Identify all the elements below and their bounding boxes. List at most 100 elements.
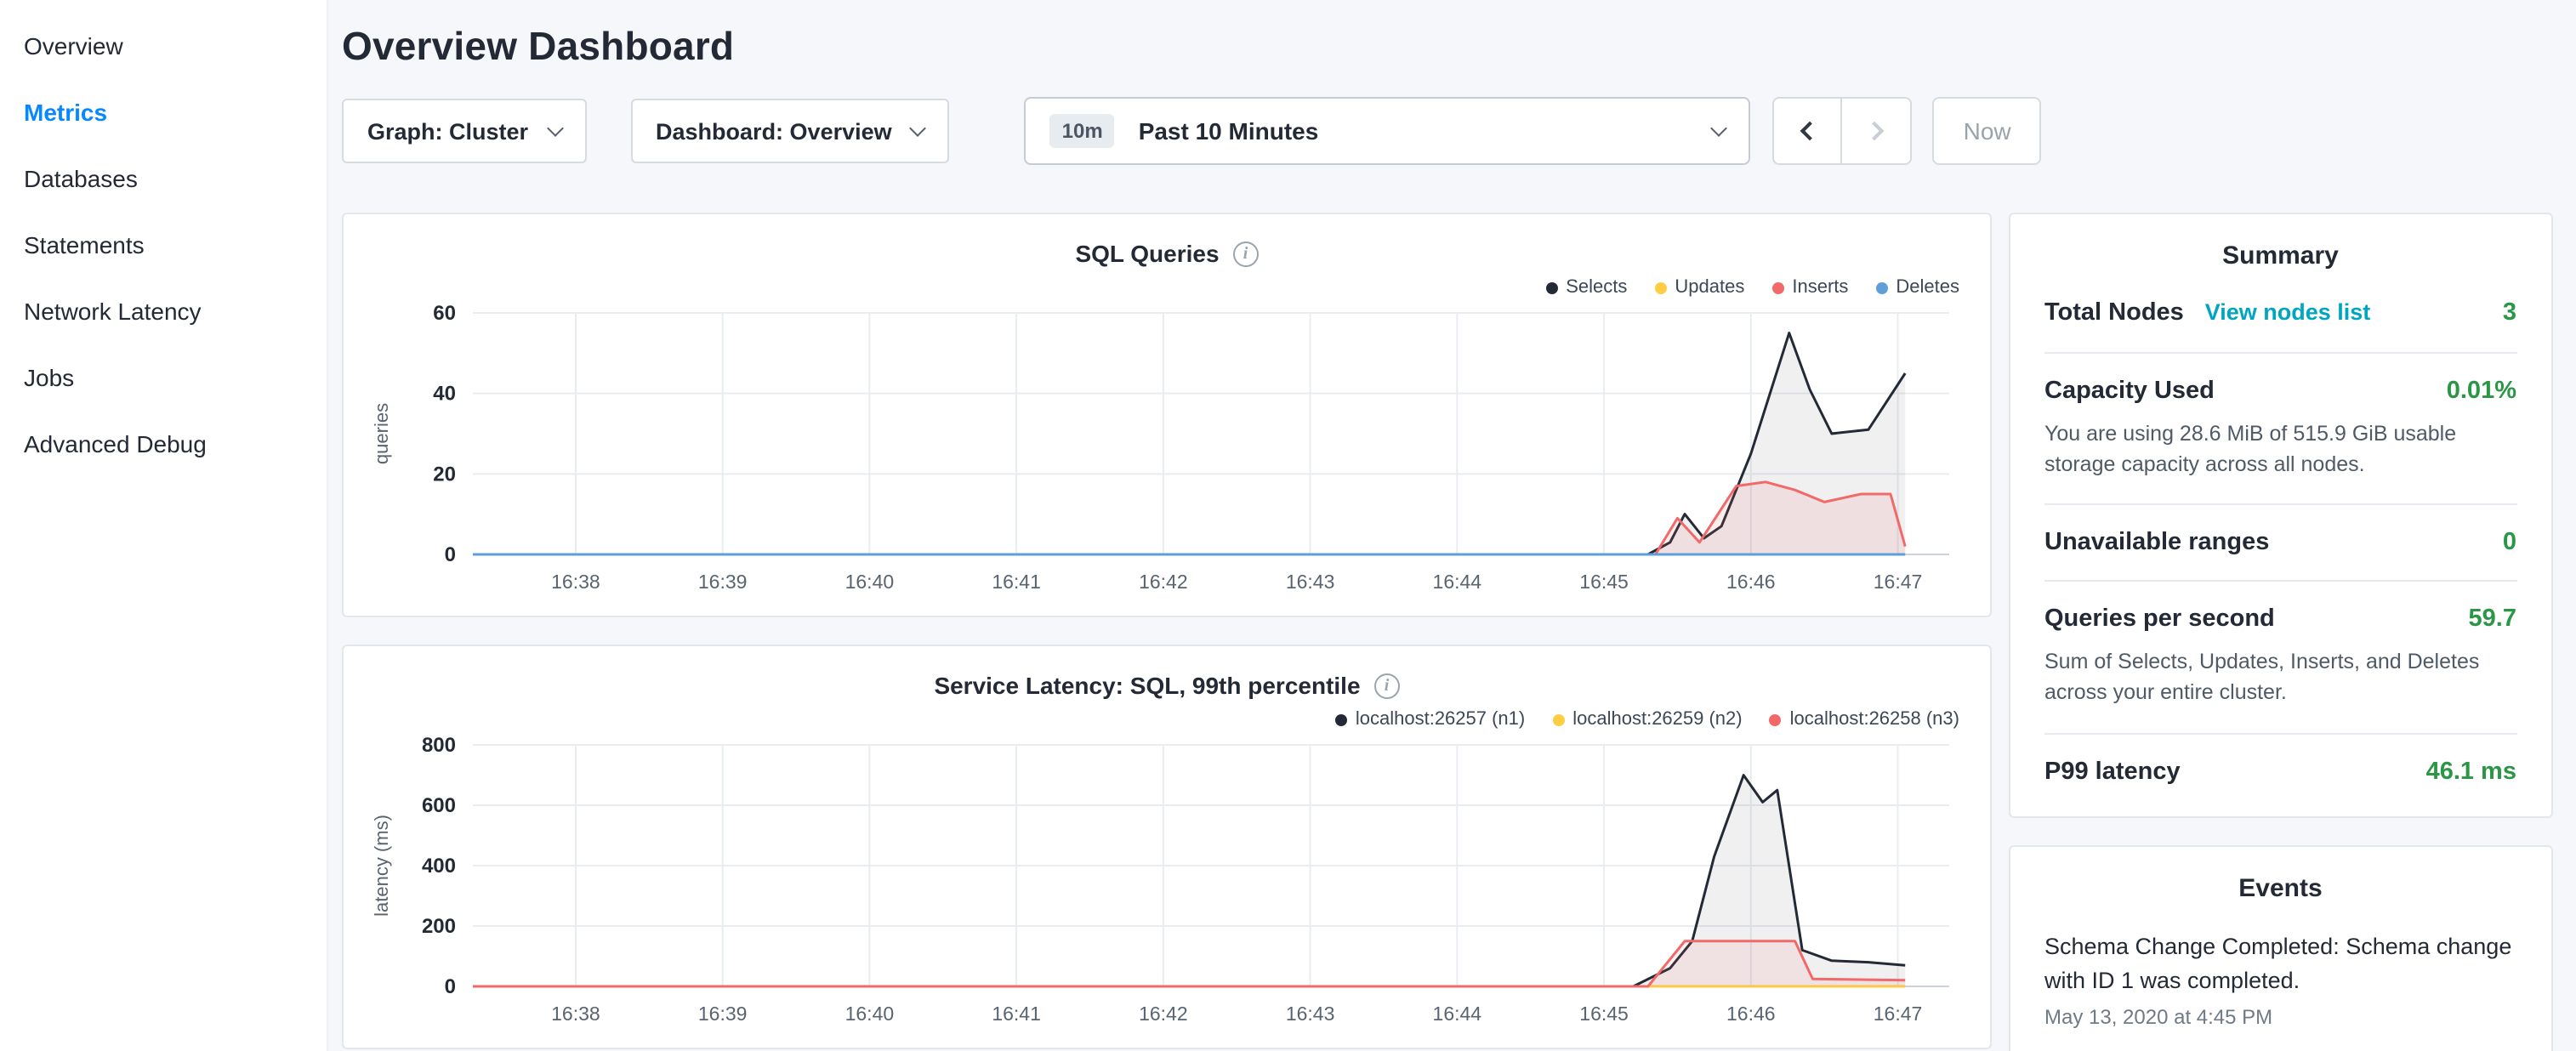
divider — [2044, 732, 2516, 734]
svg-text:16:47: 16:47 — [1874, 1003, 1923, 1025]
legend-label: Inserts — [1792, 277, 1848, 298]
chevron-left-icon — [1800, 122, 1820, 141]
qps-value: 59.7 — [2469, 606, 2516, 633]
svg-text:200: 200 — [422, 915, 456, 938]
unavailable-ranges-label: Unavailable ranges — [2044, 530, 2269, 557]
total-nodes-label: Total Nodes — [2044, 299, 2184, 327]
legend-item: localhost:26259 (n2) — [1552, 709, 1742, 730]
event-timestamp: May 13, 2020 at 4:45 PM — [2044, 1005, 2516, 1029]
sidebar-item-network-latency[interactable]: Network Latency — [0, 279, 327, 345]
page-title: Overview Dashboard — [342, 24, 2552, 70]
legend-item: localhost:26257 (n1) — [1335, 709, 1525, 730]
legend-label: Updates — [1675, 277, 1744, 298]
svg-text:20: 20 — [433, 463, 456, 486]
svg-text:16:39: 16:39 — [698, 1003, 748, 1025]
svg-text:40: 40 — [433, 383, 456, 406]
sql-queries-legend: Selects Updates Inserts Deletes — [364, 276, 1959, 299]
time-range-selector[interactable]: 10m Past 10 Minutes — [1025, 97, 1751, 165]
svg-text:16:38: 16:38 — [551, 1003, 600, 1025]
right-column: Summary Total Nodes View nodes list 3 Ca… — [2009, 213, 2552, 1051]
dashboard-dropdown[interactable]: Dashboard: Overview — [630, 99, 950, 163]
legend-item: Inserts — [1771, 277, 1848, 298]
service-latency-chart-plot[interactable]: 16:3816:3916:4016:4116:4216:4316:4416:45… — [364, 735, 1970, 1037]
sidebar-item-databases[interactable]: Databases — [0, 146, 327, 213]
legend-dot-icon — [1770, 713, 1782, 725]
sql-queries-panel: SQL Queries Selects Updates Inserts Deletes… — [342, 213, 1992, 617]
time-step-back-button[interactable] — [1773, 97, 1843, 165]
sql-queries-chart-plot[interactable]: 16:3816:3916:4016:4116:4216:4316:4416:45… — [364, 303, 1970, 605]
sidebar-item-statements[interactable]: Statements — [0, 213, 327, 279]
svg-text:16:47: 16:47 — [1874, 571, 1923, 593]
svg-text:600: 600 — [422, 794, 456, 817]
service-latency-panel: Service Latency: SQL, 99th percentile lo… — [342, 645, 1992, 1049]
dashboard-body: SQL Queries Selects Updates Inserts Deletes… — [342, 213, 2552, 1051]
total-nodes-label-group: Total Nodes View nodes list — [2044, 298, 2370, 328]
legend-item: localhost:26258 (n3) — [1770, 709, 1959, 730]
legend-label: Selects — [1566, 277, 1627, 298]
events-title: Events — [2044, 873, 2516, 902]
svg-text:16:39: 16:39 — [698, 571, 748, 593]
legend-item: Selects — [1545, 277, 1627, 298]
p99-latency-label: P99 latency — [2044, 758, 2181, 785]
summary-row-capacity: Capacity Used 0.01% — [2044, 378, 2516, 405]
svg-text:16:45: 16:45 — [1579, 571, 1629, 593]
summary-row-total-nodes: Total Nodes View nodes list 3 — [2044, 298, 2516, 328]
graph-scope-dropdown[interactable]: Graph: Cluster — [342, 99, 586, 163]
chevron-right-icon — [1864, 122, 1884, 141]
main-content: Overview Dashboard Graph: Cluster Dashbo… — [328, 0, 2576, 1051]
svg-text:16:41: 16:41 — [992, 571, 1041, 593]
time-step-forward-button[interactable] — [1843, 97, 1913, 165]
service-latency-legend: localhost:26257 (n1) localhost:26259 (n2)… — [364, 707, 1959, 731]
dashboard-dropdown-label: Dashboard: Overview — [656, 118, 892, 144]
svg-text:16:42: 16:42 — [1139, 1003, 1188, 1025]
svg-text:60: 60 — [433, 303, 456, 325]
svg-text:16:46: 16:46 — [1726, 571, 1776, 593]
divider — [2044, 581, 2516, 582]
svg-text:400: 400 — [422, 855, 456, 878]
legend-dot-icon — [1875, 281, 1887, 293]
legend-label: Deletes — [1896, 277, 1959, 298]
view-nodes-list-link[interactable]: View nodes list — [2205, 299, 2371, 325]
legend-dot-icon — [1545, 281, 1557, 293]
chart-title: Service Latency: SQL, 99th percentile — [934, 672, 1360, 699]
divider — [2044, 352, 2516, 354]
event-list-item[interactable]: Schema Change Completed: Schema change w… — [2044, 929, 2516, 1029]
legend-label: localhost:26259 (n2) — [1572, 709, 1742, 730]
time-range-badge: 10m — [1050, 114, 1115, 148]
sidebar-item-advanced-debug[interactable]: Advanced Debug — [0, 412, 327, 478]
svg-text:16:44: 16:44 — [1433, 1003, 1482, 1025]
dashboard-controls: Graph: Cluster Dashboard: Overview 10m P… — [342, 97, 2552, 165]
svg-text:800: 800 — [422, 735, 456, 757]
events-card: Events Schema Change Completed: Schema c… — [2009, 844, 2552, 1051]
summary-card: Summary Total Nodes View nodes list 3 Ca… — [2009, 213, 2552, 817]
sidebar-item-overview[interactable]: Overview — [0, 14, 327, 80]
legend-item: Deletes — [1875, 277, 1959, 298]
svg-text:16:46: 16:46 — [1726, 1003, 1776, 1025]
svg-text:16:38: 16:38 — [551, 571, 600, 593]
summary-title: Summary — [2044, 241, 2516, 270]
capacity-value: 0.01% — [2447, 378, 2516, 405]
divider — [2044, 504, 2516, 506]
legend-label: localhost:26258 (n3) — [1790, 709, 1959, 730]
total-nodes-value: 3 — [2503, 299, 2516, 327]
sidebar-item-metrics[interactable]: Metrics — [0, 80, 327, 146]
service-latency-title-row: Service Latency: SQL, 99th percentile — [364, 670, 1970, 701]
sql-queries-title-row: SQL Queries — [364, 238, 1970, 269]
summary-row-qps: Queries per second 59.7 — [2044, 606, 2516, 633]
svg-text:16:45: 16:45 — [1579, 1003, 1629, 1025]
legend-dot-icon — [1654, 281, 1666, 293]
time-step-buttons — [1773, 97, 1913, 165]
svg-text:0: 0 — [445, 975, 456, 998]
info-icon[interactable] — [1233, 241, 1259, 266]
chart-title: SQL Queries — [1075, 240, 1219, 267]
svg-text:16:44: 16:44 — [1433, 571, 1482, 593]
time-range-label: Past 10 Minutes — [1139, 117, 1714, 145]
qps-caption: Sum of Selects, Updates, Inserts, and De… — [2044, 647, 2516, 709]
svg-text:16:40: 16:40 — [845, 571, 895, 593]
sidebar-item-jobs[interactable]: Jobs — [0, 345, 327, 412]
chevron-down-icon — [1711, 119, 1728, 136]
capacity-caption: You are using 28.6 MiB of 515.9 GiB usab… — [2044, 418, 2516, 480]
now-button[interactable]: Now — [1933, 97, 2042, 165]
svg-text:queries: queries — [371, 403, 392, 464]
info-icon[interactable] — [1374, 673, 1400, 698]
